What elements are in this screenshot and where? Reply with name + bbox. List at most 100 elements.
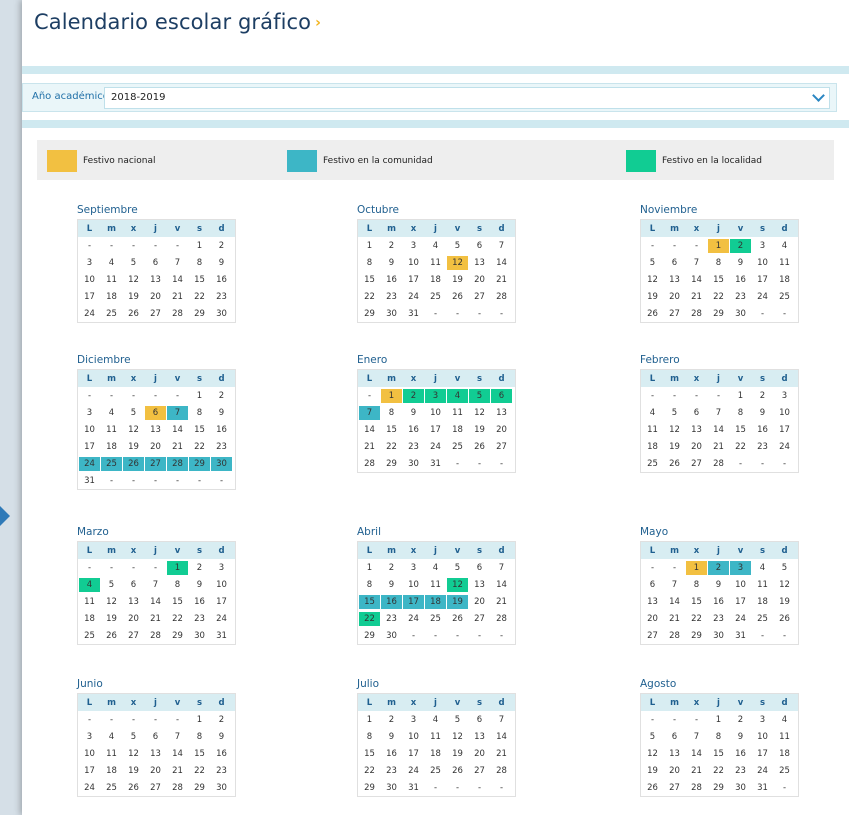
weekday-label: m xyxy=(387,545,396,556)
weekday-label: m xyxy=(670,223,679,234)
week-row: --12345 xyxy=(641,559,798,576)
day-cell: 18 xyxy=(430,748,441,759)
day-cell: 12 xyxy=(128,424,139,435)
day-cell: - xyxy=(738,458,743,469)
day-cell: - xyxy=(499,458,504,469)
week-row: 11 12 13 14 15 16 17 xyxy=(641,421,798,438)
week-row: 22 23 24 25 26 27 28 xyxy=(358,762,515,779)
day-cell: - xyxy=(153,562,158,573)
day-cell: 20 xyxy=(128,613,139,624)
day-cell: 25 xyxy=(647,458,658,469)
day-cell: - xyxy=(175,714,180,725)
week-row: 27 28 29 30 31 - - xyxy=(641,627,798,644)
weekday-label: m xyxy=(107,545,116,556)
day-cell: 30 xyxy=(386,782,397,793)
holiday-day-cell: 24 xyxy=(79,456,100,471)
weekday-label: s xyxy=(759,373,766,384)
day-cell: 14 xyxy=(364,424,375,435)
day-cell: 23 xyxy=(216,441,227,452)
day-cell: 21 xyxy=(172,765,183,776)
day-cell: 30 xyxy=(735,782,746,793)
day-cell: 11 xyxy=(430,579,441,590)
day-cell: 10 xyxy=(408,731,419,742)
day-cell: - xyxy=(477,630,482,641)
day-cell: 12 xyxy=(647,748,658,759)
day-cell: 11 xyxy=(779,257,790,268)
weekday-label: d xyxy=(781,373,788,384)
day-cell: 10 xyxy=(757,257,768,268)
day-cell: 21 xyxy=(364,441,375,452)
holiday-day-cell: 2 xyxy=(730,238,751,253)
day-cell: 22 xyxy=(364,291,375,302)
week-row: 17 18 19 20 21 22 23 xyxy=(78,288,235,305)
weekday-header: Lm x j v s d xyxy=(358,542,515,559)
week-row: 14 15 16 17 18 19 20 xyxy=(358,421,515,438)
holiday-day-cell: 2 xyxy=(403,388,424,403)
day-cell: 29 xyxy=(364,630,375,641)
day-cell: 22 xyxy=(735,441,746,452)
weekday-label: x xyxy=(410,373,417,384)
month-grid: Lm x j v s d 1 2 3 4 5 6 7 8 9 10 11 12 13 14 15 16 17 18 19 20 21… xyxy=(357,693,516,797)
weekday-label: j xyxy=(717,545,720,556)
day-cell: 22 xyxy=(194,765,205,776)
day-cell: 31 xyxy=(408,782,419,793)
day-cell: 13 xyxy=(691,424,702,435)
weekday-label: v xyxy=(454,223,461,234)
chevron-down-icon[interactable] xyxy=(812,89,825,102)
weekday-label: L xyxy=(86,545,93,556)
weekday-label: L xyxy=(649,373,656,384)
legend-swatch-nacional xyxy=(47,150,77,172)
day-cell: 20 xyxy=(474,274,485,285)
weekday-label: d xyxy=(218,373,225,384)
week-row: 1 2 3 4 5 6 7 xyxy=(358,237,515,254)
day-cell: 20 xyxy=(647,613,658,624)
day-cell: 27 xyxy=(474,765,485,776)
day-cell: 23 xyxy=(735,765,746,776)
day-cell: 8 xyxy=(196,731,203,742)
day-cell: 14 xyxy=(172,748,183,759)
day-cell: 22 xyxy=(691,613,702,624)
day-cell: 13 xyxy=(150,424,161,435)
day-cell: - xyxy=(499,630,504,641)
day-cell: - xyxy=(760,458,765,469)
month-grid: Lm x j v s d - - -1 2 3 4 5 6 7 8 9 10 11 12 13 14 15 16 17 18 19 2… xyxy=(640,219,799,323)
day-cell: 24 xyxy=(408,613,419,624)
day-cell: 31 xyxy=(430,458,441,469)
day-cell: 13 xyxy=(150,274,161,285)
weekday-label: v xyxy=(174,697,181,708)
day-cell: - xyxy=(672,390,677,401)
day-cell: 29 xyxy=(713,308,724,319)
weekday-label: L xyxy=(366,373,373,384)
academic-year-value: 2018-2019 xyxy=(111,92,166,103)
day-cell: 25 xyxy=(779,291,790,302)
holiday-day-cell: 4 xyxy=(447,388,468,403)
day-cell: 13 xyxy=(150,748,161,759)
weekday-label: x xyxy=(130,545,137,556)
month-name: Diciembre xyxy=(77,354,131,366)
day-cell: 21 xyxy=(172,291,183,302)
day-cell: 31 xyxy=(408,308,419,319)
day-cell: 21 xyxy=(691,291,702,302)
day-cell: 1 xyxy=(715,714,722,725)
day-cell: - xyxy=(153,475,158,486)
day-cell: - xyxy=(153,390,158,401)
holiday-day-cell: 30 xyxy=(211,456,232,471)
week-row: 1 2 3 4 5 6 7 xyxy=(358,559,515,576)
week-row: 15 16 17 18 19 20 21 xyxy=(358,593,515,610)
day-cell: 25 xyxy=(106,782,117,793)
collapse-arrow-icon[interactable] xyxy=(0,506,10,526)
day-cell: 11 xyxy=(757,579,768,590)
academic-year-select[interactable]: 2018-2019 xyxy=(104,87,830,109)
day-cell: - xyxy=(455,308,460,319)
holiday-day-cell: 1 xyxy=(708,238,729,253)
day-cell: 12 xyxy=(128,748,139,759)
day-cell: 16 xyxy=(735,274,746,285)
holiday-day-cell: 5 xyxy=(469,388,490,403)
weekday-label: s xyxy=(759,697,766,708)
day-cell: 21 xyxy=(496,748,507,759)
day-cell: 24 xyxy=(757,291,768,302)
weekday-label: L xyxy=(649,545,656,556)
day-cell: - xyxy=(455,630,460,641)
day-cell: - xyxy=(433,630,438,641)
day-cell: 30 xyxy=(216,782,227,793)
